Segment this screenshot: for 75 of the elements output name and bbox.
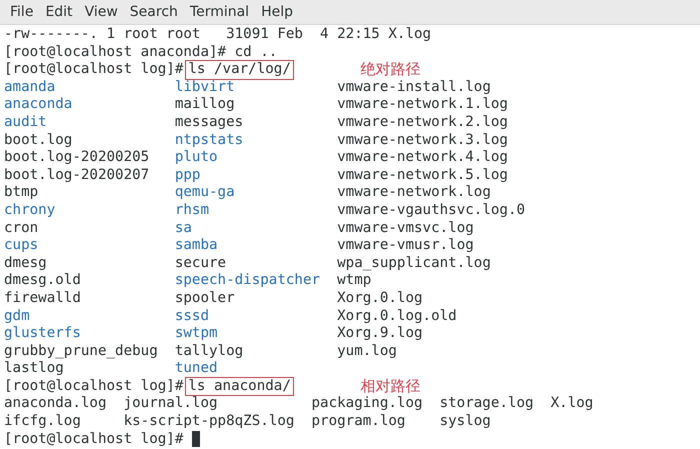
highlighted-command: ls anaconda/	[185, 376, 294, 396]
shell-prompt: [root@localhost anaconda]#	[4, 44, 226, 62]
file-name: syslog	[440, 413, 492, 431]
directory-name: anaconda	[4, 96, 74, 114]
file-name: tallylog	[174, 342, 244, 360]
file-name: vmware-network.2.log	[337, 114, 509, 132]
menu-item[interactable]: Terminal	[184, 0, 256, 24]
directory-name: cups	[4, 237, 40, 255]
menu-item[interactable]: Edit	[39, 0, 79, 24]
directory-name: speech-dispatcher	[174, 272, 322, 290]
directory-name: swtpm	[174, 325, 219, 343]
directory-name: glusterfs	[4, 325, 82, 343]
directory-name: sa	[174, 220, 193, 238]
file-name: vmware-vmsvc.log	[337, 220, 475, 238]
file-name: packaging.log	[311, 395, 424, 414]
file-name: dmesg.old	[4, 272, 82, 290]
file-name: maillog	[174, 96, 236, 114]
file-name: boot.log-20200205	[4, 149, 150, 167]
directory-name: qemu-ga	[174, 184, 236, 202]
file-name: cron	[4, 220, 40, 238]
output-line: -rw-------. 1 root root 31091 Feb 4 22:15 X.log	[4, 26, 432, 42]
file-name: vmware-network.4.log	[337, 149, 509, 167]
file-name: Xorg.0.log.old	[337, 308, 458, 326]
directory-name: audit	[4, 114, 48, 132]
file-name: storage.log	[440, 395, 535, 414]
file-name: wpa_supplicant.log	[337, 254, 492, 272]
directory-name: chrony	[4, 202, 56, 220]
file-name: program.log	[311, 413, 406, 431]
shell-command: cd ..	[234, 44, 278, 62]
directory-name: pluto	[174, 149, 219, 167]
file-name: grubby_prune_debug	[4, 342, 159, 360]
file-name: vmware-network.log	[337, 184, 492, 202]
file-name: boot.log-20200207	[4, 166, 150, 184]
file-name: boot.log	[4, 132, 74, 150]
file-name: Xorg.0.log	[337, 290, 424, 308]
file-name: ks-script-pp8qZS.log	[124, 413, 296, 431]
highlighted-command: ls /var/log/	[185, 60, 294, 80]
shell-prompt: [root@localhost log]#	[4, 378, 184, 396]
path-annotation: 相对路径	[360, 378, 421, 396]
menu-item[interactable]: Search	[124, 0, 184, 24]
file-name: dmesg	[4, 254, 48, 272]
directory-name: ppp	[174, 166, 202, 184]
directory-name: amanda	[4, 78, 56, 96]
file-name: lastlog	[4, 360, 65, 378]
directory-name: tuned	[174, 360, 219, 378]
file-name: vmware-network.5.log	[337, 166, 509, 184]
shell-prompt: [root@localhost log]#	[4, 61, 184, 79]
directory-name: ntpstats	[174, 132, 244, 150]
file-name: vmware-network.3.log	[337, 132, 509, 150]
file-name: ifcfg.log	[4, 413, 82, 431]
file-name: anaconda.log	[4, 395, 108, 414]
directory-name: sssd	[174, 308, 210, 326]
menu-item[interactable]: View	[78, 0, 124, 24]
file-name: yum.log	[337, 342, 398, 360]
file-name: secure	[174, 254, 228, 272]
file-name: vmware-vmusr.log	[337, 237, 475, 255]
path-annotation: 绝对路径	[360, 61, 421, 79]
directory-name: gdm	[4, 308, 31, 326]
file-name: vmware-vgauthsvc.log.0	[337, 202, 526, 220]
file-name: vmware-install.log	[337, 78, 492, 96]
file-name: vmware-network.1.log	[337, 96, 509, 114]
file-name: X.log	[550, 395, 594, 414]
menu-item[interactable]: Help	[255, 0, 299, 24]
directory-name: rhsm	[174, 202, 210, 220]
menu-item[interactable]: File	[4, 0, 40, 24]
file-name: spooler	[174, 290, 236, 308]
file-name: wtmp	[337, 272, 372, 290]
file-name: btmp	[4, 184, 40, 202]
file-name: firewalld	[4, 290, 82, 308]
shell-prompt: [root@localhost log]#	[4, 430, 184, 448]
file-name: Xorg.9.log	[337, 325, 424, 343]
file-name: messages	[174, 114, 244, 132]
directory-name: libvirt	[174, 78, 236, 96]
directory-name: samba	[174, 237, 219, 255]
file-name: journal.log	[124, 395, 219, 414]
